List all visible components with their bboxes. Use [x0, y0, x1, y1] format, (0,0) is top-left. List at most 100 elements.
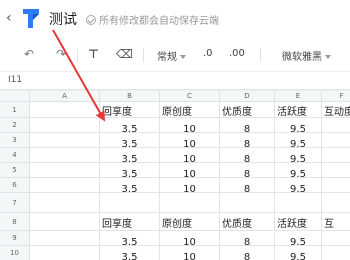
- cell-b10[interactable]: 3.5: [100, 246, 160, 260]
- cell-b9[interactable]: 3.5: [100, 231, 160, 246]
- cell-c7[interactable]: [160, 193, 220, 213]
- column-header-c[interactable]: C: [160, 91, 220, 102]
- row-header-8[interactable]: 8: [0, 213, 30, 231]
- cell-c4[interactable]: 10: [160, 148, 220, 163]
- column-header-b[interactable]: B: [100, 91, 160, 102]
- row-header-9[interactable]: 9: [0, 231, 30, 246]
- cell-e3[interactable]: 9.5: [275, 133, 322, 148]
- clear-format-icon[interactable]: ⌫: [116, 47, 133, 61]
- cell-d5[interactable]: 8: [220, 163, 275, 178]
- row-header-2[interactable]: 2: [0, 118, 30, 133]
- cell-a4[interactable]: [30, 148, 100, 163]
- cell-c8[interactable]: 原创度: [160, 213, 220, 231]
- title-bar: ‹ 测试 所有修改都会自动保存云端: [0, 0, 350, 38]
- decimal-decrease-button[interactable]: .00: [229, 48, 245, 59]
- cell-a9[interactable]: [30, 231, 100, 246]
- cell-f7[interactable]: [322, 193, 350, 213]
- chevron-down-icon: [325, 55, 331, 59]
- cell-a5[interactable]: [30, 163, 100, 178]
- cell-a7[interactable]: [30, 193, 100, 213]
- check-circle-icon: [86, 14, 96, 25]
- row-header-4[interactable]: 4: [0, 148, 30, 163]
- cell-c2[interactable]: 10: [160, 118, 220, 133]
- toolbar-divider: [77, 48, 78, 62]
- column-header-e[interactable]: E: [275, 91, 322, 102]
- cell-e6[interactable]: 9.5: [275, 178, 322, 193]
- cell-a3[interactable]: [30, 133, 100, 148]
- cell-c9[interactable]: 10: [160, 231, 220, 246]
- cell-e5[interactable]: 9.5: [275, 163, 322, 178]
- cell-b5[interactable]: 3.5: [100, 163, 160, 178]
- toolbar: ↶ ↷ ⊤ ⌫ 常规 .0 .00 微软雅黑: [0, 38, 350, 72]
- cell-d4[interactable]: 8: [220, 148, 275, 163]
- redo-icon[interactable]: ↷: [56, 47, 66, 61]
- cell-f4[interactable]: [322, 148, 350, 163]
- cell-b6[interactable]: 3.5: [100, 178, 160, 193]
- cell-f5[interactable]: [322, 163, 350, 178]
- cell-c10[interactable]: 10: [160, 246, 220, 260]
- cell-a8[interactable]: [30, 213, 100, 231]
- cell-c3[interactable]: 10: [160, 133, 220, 148]
- cell-f3[interactable]: [322, 133, 350, 148]
- cell-d6[interactable]: 8: [220, 178, 275, 193]
- number-format-select[interactable]: 常规: [157, 48, 186, 63]
- row-header-7[interactable]: 7: [0, 193, 30, 213]
- cell-b2[interactable]: 3.5: [100, 118, 160, 133]
- column-header-f[interactable]: F: [322, 91, 350, 102]
- spreadsheet-grid[interactable]: ABCDEF1回享度原创度优质度活跃度互动度23.51089.533.51089…: [0, 91, 350, 260]
- cell-b3[interactable]: 3.5: [100, 133, 160, 148]
- cell-e2[interactable]: 9.5: [275, 118, 322, 133]
- cell-e7[interactable]: [275, 193, 322, 213]
- cell-e4[interactable]: 9.5: [275, 148, 322, 163]
- cell-d9[interactable]: 8: [220, 231, 275, 246]
- row-header-10[interactable]: 10: [0, 246, 30, 260]
- number-format-label: 常规: [157, 52, 177, 63]
- column-header-a[interactable]: A: [30, 91, 100, 102]
- cell-d3[interactable]: 8: [220, 133, 275, 148]
- cell-d2[interactable]: 8: [220, 118, 275, 133]
- column-header-d[interactable]: D: [220, 91, 275, 102]
- cell-c1[interactable]: 原创度: [160, 102, 220, 118]
- cell-b7[interactable]: [100, 193, 160, 213]
- cell-e1[interactable]: 活跃度: [275, 102, 322, 118]
- select-all-corner[interactable]: [0, 91, 30, 102]
- cell-e10[interactable]: 9.5: [275, 246, 322, 260]
- toolbar-divider: [143, 48, 144, 62]
- cell-c6[interactable]: 10: [160, 178, 220, 193]
- cell-d8[interactable]: 优质度: [220, 213, 275, 231]
- row-header-6[interactable]: 6: [0, 178, 30, 193]
- cell-f10[interactable]: [322, 246, 350, 260]
- cell-f1[interactable]: 互动度: [322, 102, 350, 118]
- cell-reference[interactable]: I11: [8, 75, 22, 85]
- cell-b1[interactable]: 回享度: [100, 102, 160, 118]
- cell-a1[interactable]: [30, 102, 100, 118]
- cell-f8[interactable]: 互: [322, 213, 350, 231]
- cell-a2[interactable]: [30, 118, 100, 133]
- cell-d1[interactable]: 优质度: [220, 102, 275, 118]
- cell-b4[interactable]: 3.5: [100, 148, 160, 163]
- cell-f2[interactable]: [322, 118, 350, 133]
- chevron-left-icon[interactable]: ‹: [6, 10, 12, 26]
- cell-c5[interactable]: 10: [160, 163, 220, 178]
- cell-a6[interactable]: [30, 178, 100, 193]
- cell-b8[interactable]: 回享度: [100, 213, 160, 231]
- row-header-5[interactable]: 5: [0, 163, 30, 178]
- cell-d10[interactable]: 8: [220, 246, 275, 260]
- cell-e9[interactable]: 9.5: [275, 231, 322, 246]
- chevron-down-icon: [180, 55, 186, 59]
- cell-f6[interactable]: [322, 178, 350, 193]
- row-header-1[interactable]: 1: [0, 102, 30, 118]
- cell-a10[interactable]: [30, 246, 100, 260]
- cell-e8[interactable]: 活跃度: [275, 213, 322, 231]
- row-header-3[interactable]: 3: [0, 133, 30, 148]
- cell-f9[interactable]: [322, 231, 350, 246]
- cell-d7[interactable]: [220, 193, 275, 213]
- document-title[interactable]: 测试: [49, 9, 77, 29]
- save-status: 所有修改都会自动保存云端: [86, 12, 219, 27]
- decimal-increase-button[interactable]: .0: [203, 48, 213, 59]
- docs-logo-icon: [23, 9, 39, 28]
- format-painter-icon[interactable]: ⊤: [88, 47, 99, 61]
- formula-bar: I11: [0, 72, 350, 90]
- undo-icon[interactable]: ↶: [24, 47, 34, 61]
- font-select[interactable]: 微软雅黑: [282, 48, 331, 63]
